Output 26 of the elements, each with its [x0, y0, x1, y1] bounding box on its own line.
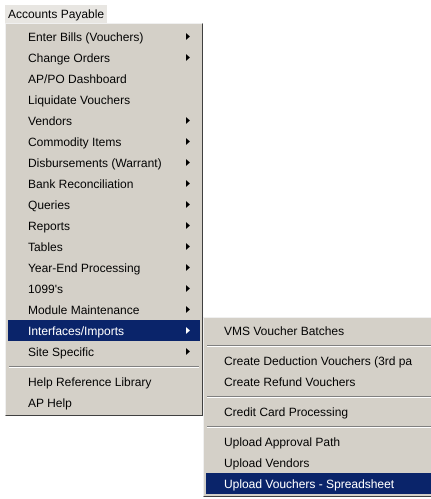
menu-item[interactable]: VMS Voucher Batches	[206, 320, 431, 341]
menu-item[interactable]: Create Deduction Vouchers (3rd pa	[206, 350, 431, 371]
menu-item[interactable]: Liquidate Vouchers	[8, 89, 200, 110]
menu-item[interactable]: AP Help	[8, 392, 200, 413]
menu-item[interactable]: Site Specific	[8, 341, 200, 362]
menu-item[interactable]: Module Maintenance	[8, 299, 200, 320]
menu-item[interactable]: Upload Vouchers - Spreadsheet	[206, 473, 431, 494]
menu-item[interactable]: Disbursements (Warrant)	[8, 152, 200, 173]
menu-item[interactable]: Help Reference Library	[8, 371, 200, 392]
menu-item[interactable]: Enter Bills (Vouchers)	[8, 26, 200, 47]
menu-item[interactable]: 1099's	[8, 278, 200, 299]
menu-item[interactable]: Bank Reconciliation	[8, 173, 200, 194]
menu-item[interactable]: Reports	[8, 215, 200, 236]
menu-item[interactable]: Interfaces/Imports	[8, 320, 200, 341]
menu-item[interactable]: Create Refund Vouchers	[206, 371, 431, 392]
menu-item[interactable]: Credit Card Processing	[206, 401, 431, 422]
menu-item[interactable]: Upload Approval Path	[206, 431, 431, 452]
menu-item[interactable]: Commodity Items	[8, 131, 200, 152]
menu-item[interactable]: AP/PO Dashboard	[8, 68, 200, 89]
menu-item[interactable]: Tables	[8, 236, 200, 257]
menu-item[interactable]: Vendors	[8, 110, 200, 131]
menu-item[interactable]: Change Orders	[8, 47, 200, 68]
menu-item[interactable]: Upload Vendors	[206, 452, 431, 473]
menu-item[interactable]: Year-End Processing	[8, 257, 200, 278]
menu-item[interactable]: Queries	[8, 194, 200, 215]
menu-title[interactable]: Accounts Payable	[5, 5, 108, 24]
